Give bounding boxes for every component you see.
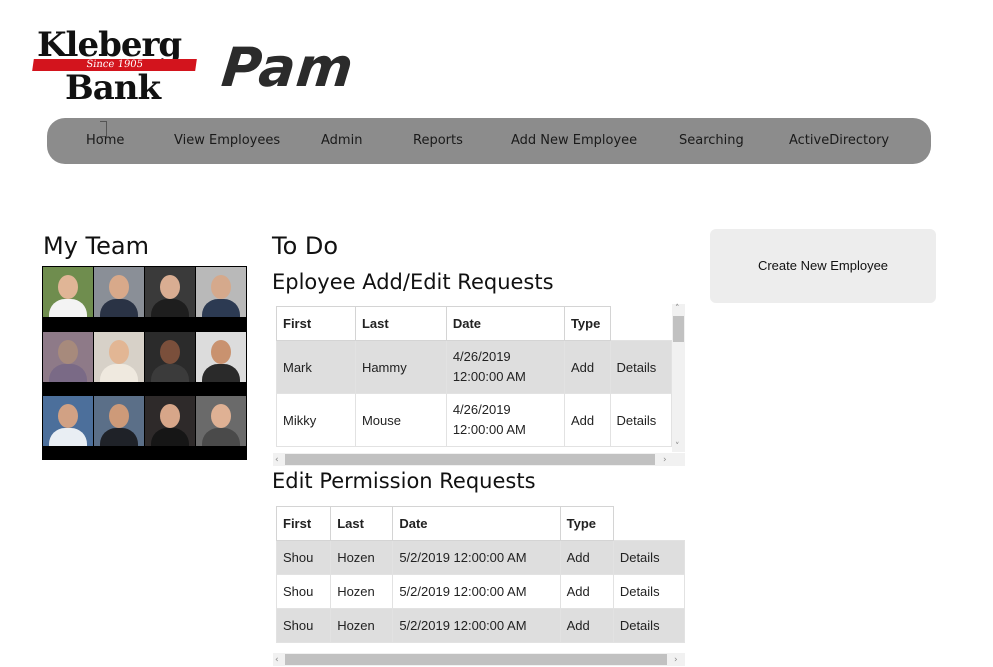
add-edit-requests-heading: Eployee Add/Edit Requests	[272, 270, 554, 294]
team-member-photo[interactable]	[196, 267, 246, 317]
permission-requests-table: First Last Date Type Shou Hozen 5/2/2019…	[276, 506, 685, 643]
nav-searching[interactable]: Searching	[679, 133, 744, 148]
nav-reports[interactable]: Reports	[413, 133, 463, 148]
col-last: Last	[354, 306, 447, 341]
table-row: Mark Hammy 4/26/2019 12:00:00 AM Add Deta…	[276, 340, 672, 394]
add-edit-vertical-scrollbar[interactable]: ˄ ˅	[672, 304, 685, 452]
team-member-photo[interactable]	[43, 396, 93, 446]
col-type: Type	[563, 306, 611, 341]
create-new-employee-button[interactable]: Create New Employee	[710, 229, 936, 303]
scroll-left-icon[interactable]: ‹	[275, 455, 279, 465]
nav-view-employees[interactable]: View Employees	[174, 133, 280, 148]
add-edit-horizontal-scrollbar[interactable]: ‹ ›	[273, 453, 685, 466]
col-first: First	[276, 306, 356, 341]
table-row: Shou Hozen 5/2/2019 12:00:00 AM Add Deta…	[276, 608, 685, 643]
logo-line1: Kleberg	[37, 25, 182, 65]
team-member-photo[interactable]	[94, 396, 144, 446]
team-member-photo[interactable]	[145, 332, 195, 382]
team-member-photo[interactable]	[145, 267, 195, 317]
team-member-photo[interactable]	[43, 332, 93, 382]
team-member-photo[interactable]	[196, 332, 246, 382]
nav-admin[interactable]: Admin	[321, 133, 362, 148]
col-first: First	[276, 506, 332, 541]
scroll-right-icon[interactable]: ›	[663, 455, 667, 465]
team-member-photo[interactable]	[94, 332, 144, 382]
todo-heading: To Do	[272, 232, 339, 260]
team-member-photo[interactable]	[145, 396, 195, 446]
table-row: Shou Hozen 5/2/2019 12:00:00 AM Add Deta…	[276, 574, 685, 609]
team-member-photo[interactable]	[43, 267, 93, 317]
kleberg-bank-logo: Kleberg Since 1905 Bank	[32, 25, 198, 108]
details-link[interactable]: Details	[609, 340, 672, 394]
my-team-heading: My Team	[43, 232, 149, 260]
details-link[interactable]: Details	[612, 608, 685, 643]
col-date: Date	[445, 306, 565, 341]
col-last: Last	[330, 506, 394, 541]
scroll-up-icon[interactable]: ˄	[675, 304, 680, 314]
permission-requests-heading: Edit Permission Requests	[272, 469, 536, 493]
permission-horizontal-scrollbar[interactable]: ‹ ›	[273, 653, 685, 666]
col-date: Date	[392, 506, 561, 541]
nav-home[interactable]: Home	[86, 133, 124, 148]
main-nav: Home View Employees Admin Reports Add Ne…	[47, 118, 931, 164]
scroll-down-icon[interactable]: ˅	[675, 442, 680, 452]
app-brand: Pam	[218, 36, 358, 99]
team-photo-grid	[42, 266, 247, 460]
scroll-right-icon[interactable]: ›	[674, 655, 678, 665]
add-edit-requests-table: First Last Date Type Mark Hammy 4/26/201…	[276, 306, 672, 447]
col-type: Type	[559, 506, 614, 541]
details-link[interactable]: Details	[609, 393, 672, 447]
table-row: Shou Hozen 5/2/2019 12:00:00 AM Add Deta…	[276, 540, 685, 575]
details-link[interactable]: Details	[612, 574, 685, 609]
details-link[interactable]: Details	[612, 540, 685, 575]
nav-active-directory[interactable]: ActiveDirectory	[789, 133, 889, 148]
team-member-photo[interactable]	[196, 396, 246, 446]
nav-add-new-employee[interactable]: Add New Employee	[511, 133, 637, 148]
scroll-left-icon[interactable]: ‹	[275, 655, 279, 665]
logo-line2: Bank	[65, 68, 161, 108]
table-row: Mikky Mouse 4/26/2019 12:00:00 AM Add Det…	[276, 393, 672, 447]
team-member-photo[interactable]	[94, 267, 144, 317]
